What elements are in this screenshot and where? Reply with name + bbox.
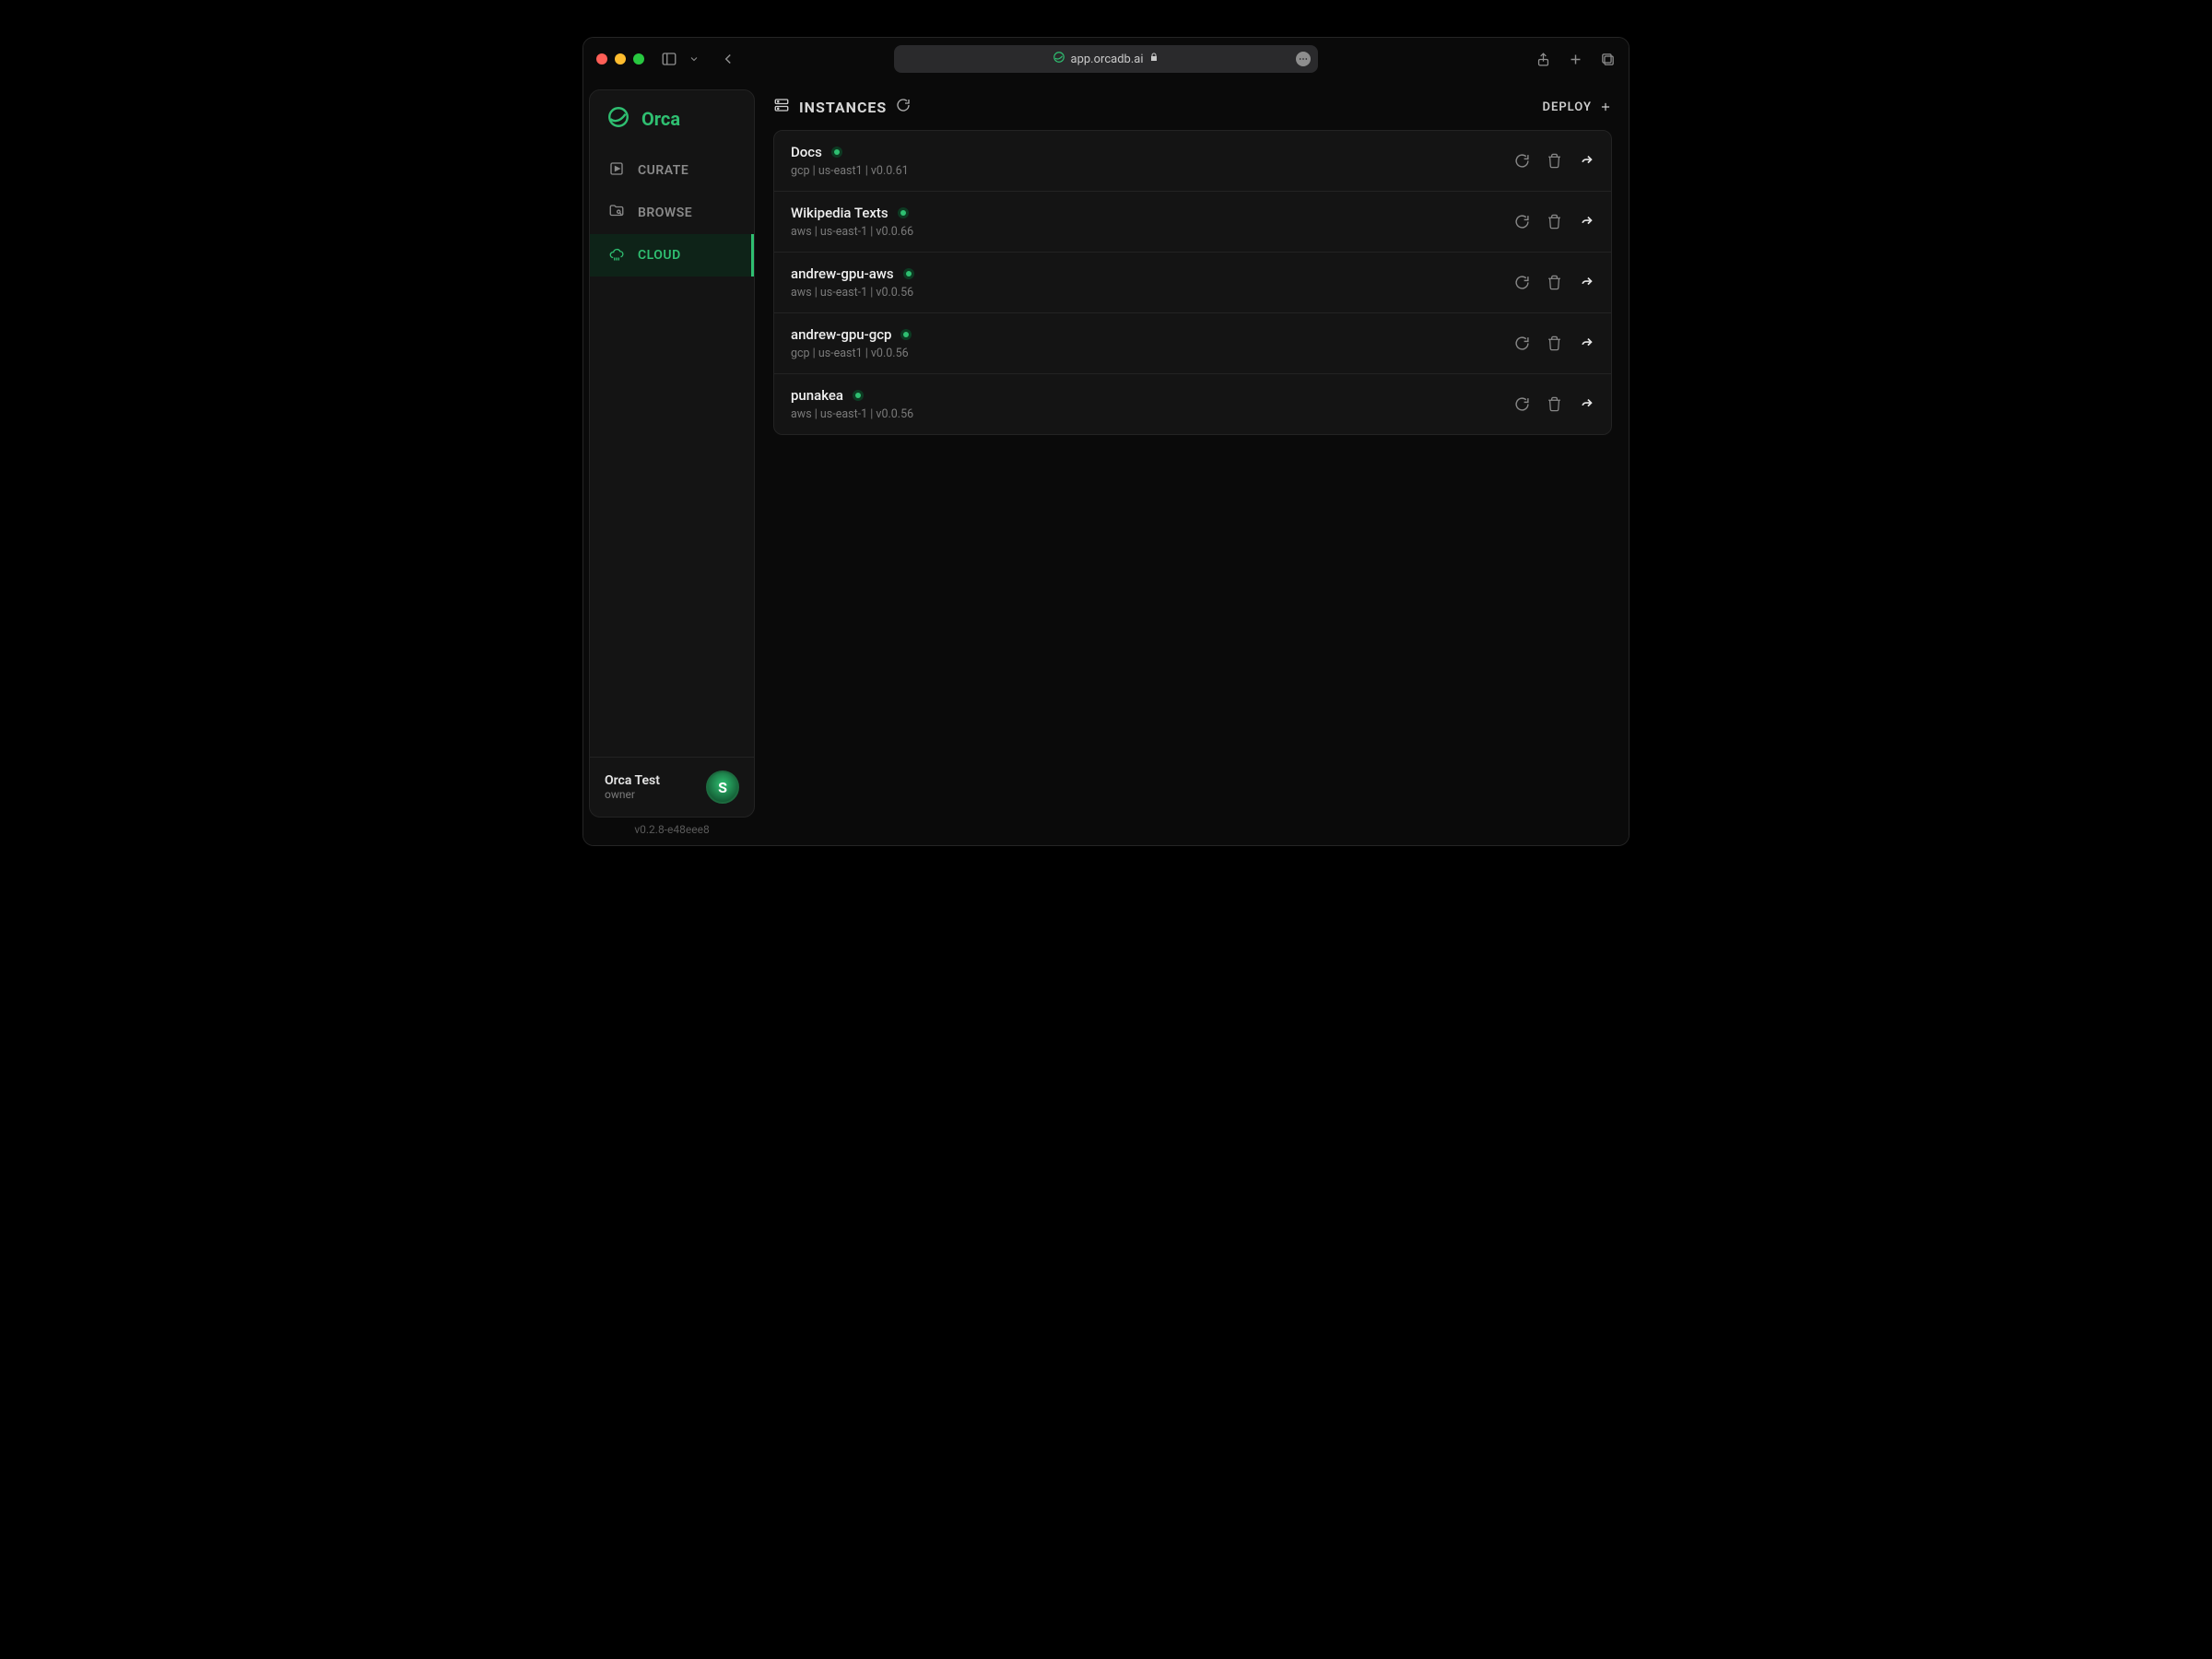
app-body: Orca CURATE BROWSE CLOUD Orca Test owner S… — [583, 80, 1629, 845]
share-icon[interactable] — [1535, 52, 1551, 67]
sidebar-toggle-icon[interactable] — [661, 51, 677, 67]
status-indicator-icon — [831, 147, 842, 158]
status-indicator-icon — [853, 390, 864, 401]
browser-window: app.orcadb.ai ⋯ — [582, 37, 1630, 846]
window-controls — [596, 53, 644, 65]
status-indicator-icon — [898, 207, 909, 218]
instance-open-button[interactable] — [1579, 153, 1594, 169]
plus-icon — [1599, 100, 1612, 113]
status-indicator-icon — [903, 268, 914, 279]
sidebar-item-label: BROWSE — [638, 206, 692, 220]
instance-row[interactable]: andrew-gpu-aws aws | us-east-1 | v0.0.56 — [774, 253, 1611, 313]
cloud-icon — [608, 245, 625, 265]
instance-meta: gcp | us-east1 | v0.0.61 — [791, 164, 909, 178]
instance-name: Wikipedia Texts — [791, 205, 888, 221]
instance-name: andrew-gpu-aws — [791, 265, 894, 282]
instance-delete-button[interactable] — [1547, 214, 1562, 229]
address-bar[interactable]: app.orcadb.ai ⋯ — [894, 45, 1318, 73]
reader-menu-icon[interactable]: ⋯ — [1296, 52, 1311, 66]
account-card[interactable]: Orca Test owner S — [590, 757, 754, 817]
instances-list: Docs gcp | us-east1 | v0.0.61 Wikipedia Te… — [773, 130, 1612, 435]
curate-icon — [608, 160, 625, 181]
instance-name: andrew-gpu-gcp — [791, 326, 891, 343]
instance-name: punakea — [791, 387, 843, 404]
instance-open-button[interactable] — [1579, 275, 1594, 290]
sidebar-item-label: CLOUD — [638, 248, 681, 263]
instance-meta: gcp | us-east1 | v0.0.56 — [791, 347, 912, 360]
sidebar-item-label: CURATE — [638, 163, 688, 178]
sidebar: Orca CURATE BROWSE CLOUD Orca Test owner S — [589, 89, 755, 818]
back-button-icon[interactable] — [720, 51, 736, 67]
sidebar-item-browse[interactable]: BROWSE — [590, 192, 754, 234]
instance-refresh-button[interactable] — [1514, 396, 1530, 412]
instances-icon — [773, 97, 790, 117]
refresh-instances-button[interactable] — [896, 98, 911, 116]
account-name: Orca Test — [605, 773, 660, 788]
sidebar-item-cloud[interactable]: CLOUD — [590, 234, 754, 276]
instance-delete-button[interactable] — [1547, 396, 1562, 412]
page-title: INSTANCES — [799, 99, 887, 116]
site-favicon-icon — [1053, 51, 1065, 67]
instance-refresh-button[interactable] — [1514, 214, 1530, 229]
tabs-overview-icon[interactable] — [1600, 52, 1616, 67]
instance-refresh-button[interactable] — [1514, 153, 1530, 169]
brand-name: Orca — [641, 108, 680, 130]
new-tab-icon[interactable] — [1568, 52, 1583, 67]
instance-name: Docs — [791, 144, 822, 160]
browser-toolbar: app.orcadb.ai ⋯ — [583, 38, 1629, 80]
minimize-window-button[interactable] — [615, 53, 626, 65]
instance-refresh-button[interactable] — [1514, 335, 1530, 351]
avatar[interactable]: S — [706, 771, 739, 804]
instance-row[interactable]: punakea aws | us-east-1 | v0.0.56 — [774, 374, 1611, 434]
sidebar-container: Orca CURATE BROWSE CLOUD Orca Test owner S… — [583, 80, 755, 845]
dropdown-icon[interactable] — [688, 53, 700, 65]
instance-row[interactable]: Wikipedia Texts aws | us-east-1 | v0.0.66 — [774, 192, 1611, 253]
instance-meta: aws | us-east-1 | v0.0.66 — [791, 225, 913, 239]
deploy-button[interactable]: DEPLOY — [1543, 100, 1612, 114]
instance-delete-button[interactable] — [1547, 275, 1562, 290]
close-window-button[interactable] — [596, 53, 607, 65]
page-header: INSTANCES DEPLOY — [773, 97, 1612, 117]
instance-open-button[interactable] — [1579, 214, 1594, 229]
instance-row[interactable]: Docs gcp | us-east1 | v0.0.61 — [774, 131, 1611, 192]
instance-delete-button[interactable] — [1547, 335, 1562, 351]
sidebar-item-curate[interactable]: CURATE — [590, 149, 754, 192]
instance-open-button[interactable] — [1579, 335, 1594, 351]
build-version: v0.2.8-e48eee8 — [589, 818, 755, 845]
instance-row[interactable]: andrew-gpu-gcp gcp | us-east1 | v0.0.56 — [774, 313, 1611, 374]
url-text: app.orcadb.ai — [1071, 53, 1144, 66]
main-content: INSTANCES DEPLOY Docs gcp | us-east1 | v0… — [755, 80, 1629, 845]
maximize-window-button[interactable] — [633, 53, 644, 65]
instance-open-button[interactable] — [1579, 396, 1594, 412]
lock-icon — [1148, 52, 1159, 66]
brand-logo-icon — [606, 105, 630, 133]
sidebar-nav: CURATE BROWSE CLOUD — [590, 149, 754, 276]
status-indicator-icon — [900, 329, 912, 340]
instance-meta: aws | us-east-1 | v0.0.56 — [791, 407, 913, 421]
deploy-label: DEPLOY — [1543, 100, 1592, 114]
instance-refresh-button[interactable] — [1514, 275, 1530, 290]
instance-meta: aws | us-east-1 | v0.0.56 — [791, 286, 914, 300]
account-role: owner — [605, 788, 660, 801]
brand[interactable]: Orca — [590, 90, 754, 149]
browse-icon — [608, 203, 625, 223]
instance-delete-button[interactable] — [1547, 153, 1562, 169]
